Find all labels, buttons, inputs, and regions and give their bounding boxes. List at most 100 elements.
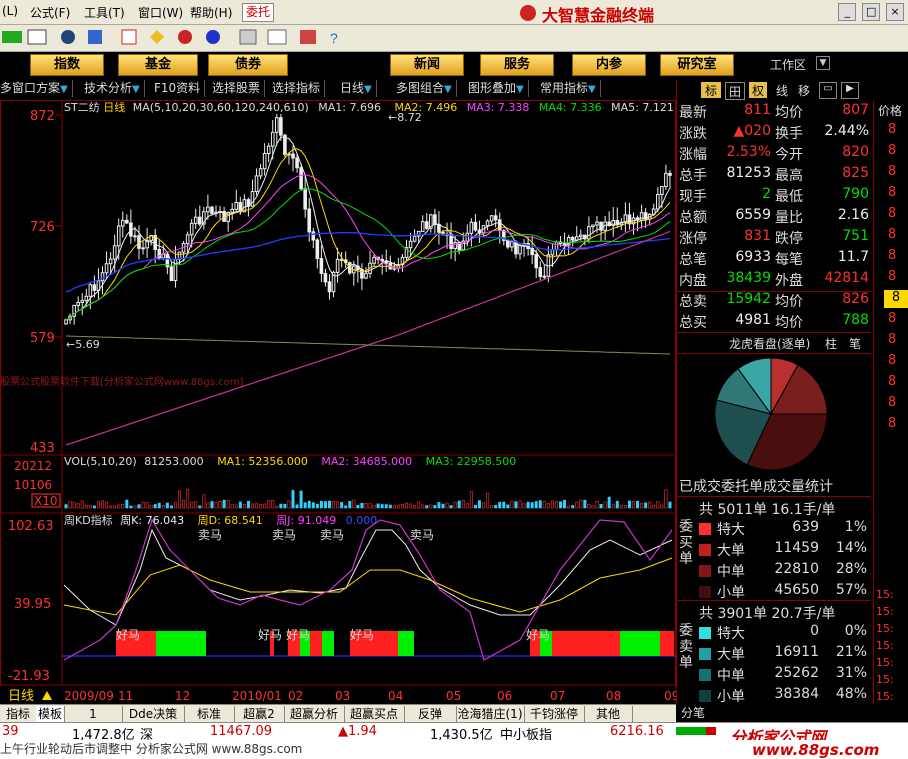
candle-body [420, 221, 425, 232]
workspace-label[interactable]: 工作区 [770, 56, 806, 73]
sub-multichart[interactable]: 多图组合▼ [396, 80, 457, 97]
tab-grid[interactable]: 田 [725, 82, 745, 100]
volume-bar [623, 504, 627, 509]
volume-bar [173, 502, 177, 509]
entrust-button[interactable]: 委托 [242, 3, 274, 22]
candle-body [88, 284, 93, 297]
candle-body [574, 236, 579, 241]
diamond-icon[interactable] [150, 30, 164, 44]
sub-daily[interactable]: 日线▼ [340, 80, 377, 97]
status-bar: 39 1,472.8亿 深 11467.09 ▲1.94 1,430.5亿 中小… [0, 722, 908, 747]
candle-body [656, 194, 660, 210]
date-tick: 03 [335, 689, 350, 703]
candle-body [315, 239, 320, 260]
indicator-tab[interactable]: 沧海猎庄(1) [456, 706, 525, 722]
candle-body [262, 153, 267, 170]
close-icon[interactable]: × [886, 3, 904, 21]
nav-news[interactable]: 新闻 [390, 54, 464, 76]
dragon-tab-tick[interactable]: 笔 [849, 335, 861, 352]
nav-bond[interactable]: 债券 [208, 54, 288, 76]
quote-value: 788 [842, 312, 869, 328]
indicator-tab[interactable]: Dde决策 [122, 706, 185, 722]
volume-bar [413, 505, 417, 509]
fenbi-tab[interactable]: 分笔 [681, 704, 705, 721]
nav-fund[interactable]: 基金 [118, 54, 198, 76]
order-size-row: 特大 639 1% [697, 519, 869, 539]
nav-research[interactable]: 研究室 [660, 54, 734, 76]
window-icon[interactable] [267, 29, 287, 45]
indicator-tab[interactable]: 超赢分析 [284, 706, 345, 722]
tab-move[interactable]: 移 [795, 82, 813, 98]
volume-bar [259, 504, 263, 509]
sub-multiwindow[interactable]: 多窗口方案▼ [0, 80, 73, 97]
tick-time: 15: [876, 673, 894, 686]
tab-rights[interactable]: 权 [749, 82, 767, 98]
quote-row: 最新 811 均价 807 [679, 102, 871, 123]
volume-bar [644, 502, 648, 509]
red-circle-icon[interactable] [178, 30, 192, 44]
size-color-swatch [699, 565, 711, 577]
bars-icon[interactable] [300, 30, 316, 44]
candle-body [327, 281, 332, 293]
candlestick-series [64, 114, 672, 325]
workspace-dropdown-icon[interactable]: ▼ [816, 56, 830, 70]
dragon-title[interactable]: 龙虎看盘(逐单) [729, 335, 810, 352]
nav-insider[interactable]: 内参 [572, 54, 646, 76]
ticker-text[interactable]: 上午行业轮动后市调整中 分析家公式网 www.88gs.com [0, 740, 302, 757]
sub-overlay[interactable]: 图形叠加▼ [468, 80, 529, 97]
indicator-tab[interactable]: 超赢买点 [344, 706, 405, 722]
menu-tools[interactable]: 工具(T) [84, 4, 125, 21]
indicator-tab[interactable]: 指标 [0, 706, 37, 722]
sub-select-indicator[interactable]: 选择指标 [272, 80, 326, 97]
nav-service[interactable]: 服务 [480, 54, 554, 76]
whatsthis-icon[interactable]: ? [330, 30, 338, 46]
quote-value: 81253 [726, 165, 771, 181]
candle-body [275, 117, 279, 133]
volume-bar [267, 500, 271, 509]
volume-bar [332, 501, 336, 509]
indicator-tab[interactable]: 反弹 [404, 706, 457, 722]
dragon-tab-bar[interactable]: 柱 [825, 335, 837, 352]
copy-icon[interactable] [239, 29, 257, 45]
volume-bar [469, 491, 473, 509]
indicator-tab[interactable]: 其他 [584, 706, 633, 722]
indicator-tab[interactable]: 千钧涨停 [524, 706, 585, 722]
sub-f10[interactable]: F10资料 [154, 80, 206, 97]
period-label[interactable]: 日线 [8, 689, 34, 704]
restore-icon[interactable]: □ [862, 3, 881, 21]
tab-line[interactable]: 线 [773, 82, 791, 98]
help-icon[interactable] [121, 29, 137, 45]
sub-common-indicator[interactable]: 常用指标▼ [540, 80, 601, 97]
sub-select-stock[interactable]: 选择股票 [212, 80, 266, 97]
tab-label[interactable]: 标 [701, 82, 721, 98]
minimize-icon[interactable]: _ [838, 3, 857, 21]
panel-collapse-icon[interactable]: ▶ [841, 82, 859, 99]
candle-body [116, 225, 121, 247]
volume-bar [534, 501, 538, 509]
volume-bar [457, 500, 461, 509]
sub-techanalysis[interactable]: 技术分析▼ [84, 80, 145, 97]
volume-bar [271, 500, 275, 509]
size-label: 中单 [717, 564, 745, 580]
indicator-tab[interactable]: 超赢2 [234, 706, 285, 722]
chart-area[interactable]: 872 726 579 433 ST二纺 日线 MA(5,10,20,30,60… [0, 100, 676, 704]
ma-line-white [65, 136, 671, 321]
nav-index[interactable]: 指数 [30, 54, 104, 76]
candle-body [510, 241, 514, 248]
binocular-icon[interactable] [61, 30, 75, 44]
menu-formula[interactable]: 公式(F) [30, 4, 70, 21]
color-bar-icon[interactable] [2, 31, 22, 43]
volume-bar [246, 500, 250, 509]
menu-window[interactable]: 窗口(W) [138, 4, 183, 21]
menu-l[interactable]: (L) [2, 4, 18, 18]
indicator-tab[interactable]: 模板 [36, 706, 65, 722]
blue-circle-icon[interactable] [206, 30, 220, 44]
volume-bar [226, 500, 230, 509]
chart-icon[interactable] [88, 30, 102, 44]
indicator-tab[interactable]: 1 [64, 706, 123, 722]
grid-icon[interactable] [27, 29, 47, 45]
menu-help[interactable]: 帮助(H) [190, 4, 232, 21]
panel-toggle-icon[interactable]: ▭ [819, 82, 837, 99]
indicator-tab[interactable]: 标准 [184, 706, 235, 722]
size-volume: 16911 [774, 644, 819, 660]
